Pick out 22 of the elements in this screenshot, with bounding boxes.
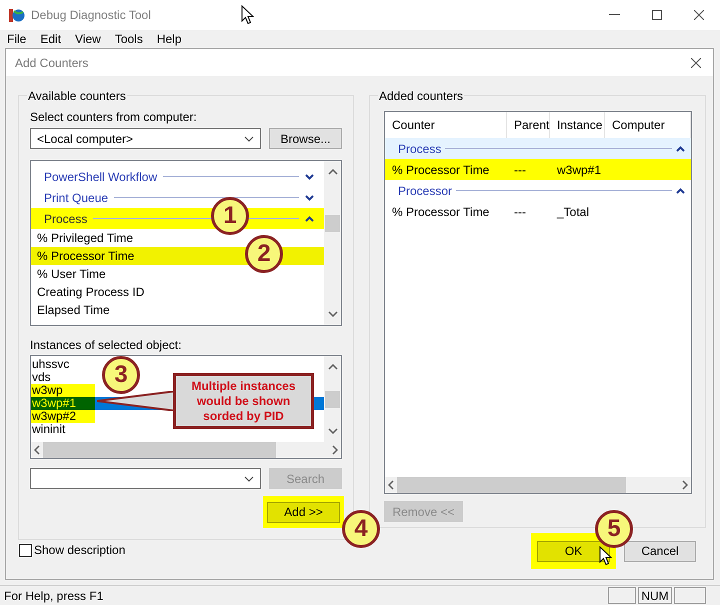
table-cell-text: % Processor Time (391, 204, 490, 220)
instance-name: wininit (31, 423, 66, 436)
instance-name: w3wp#2 (31, 410, 95, 423)
checkbox-label: Show description (34, 542, 126, 559)
field-label: Select counters from computer: (30, 109, 198, 125)
table-cell-text: --- (513, 162, 527, 178)
status-text: For Help, press F1 (4, 588, 104, 604)
table-cell-text: w3wp#1 (556, 162, 602, 178)
dialog-title: Add Counters (15, 54, 88, 72)
instance-name: uhssvc (31, 358, 70, 371)
table-cell-text: --- (513, 204, 527, 220)
callout-tooltip: Multiple instances would be shown sorded by PID (173, 373, 314, 429)
table-cell-text: _Total (556, 204, 590, 220)
window-title: Debug Diagnostic Tool (31, 7, 151, 24)
instance-name: w3wp (31, 384, 95, 397)
instance-name: vds (31, 371, 52, 384)
status-indicator: NUM (638, 587, 672, 604)
field-label: Instances of selected object: (30, 337, 182, 353)
numbered-marker: 5 (595, 510, 633, 548)
numbered-marker: 4 (342, 510, 380, 548)
table-cell-text: % Processor Time (391, 162, 490, 178)
instance-name: w3wp#1 (31, 397, 95, 410)
